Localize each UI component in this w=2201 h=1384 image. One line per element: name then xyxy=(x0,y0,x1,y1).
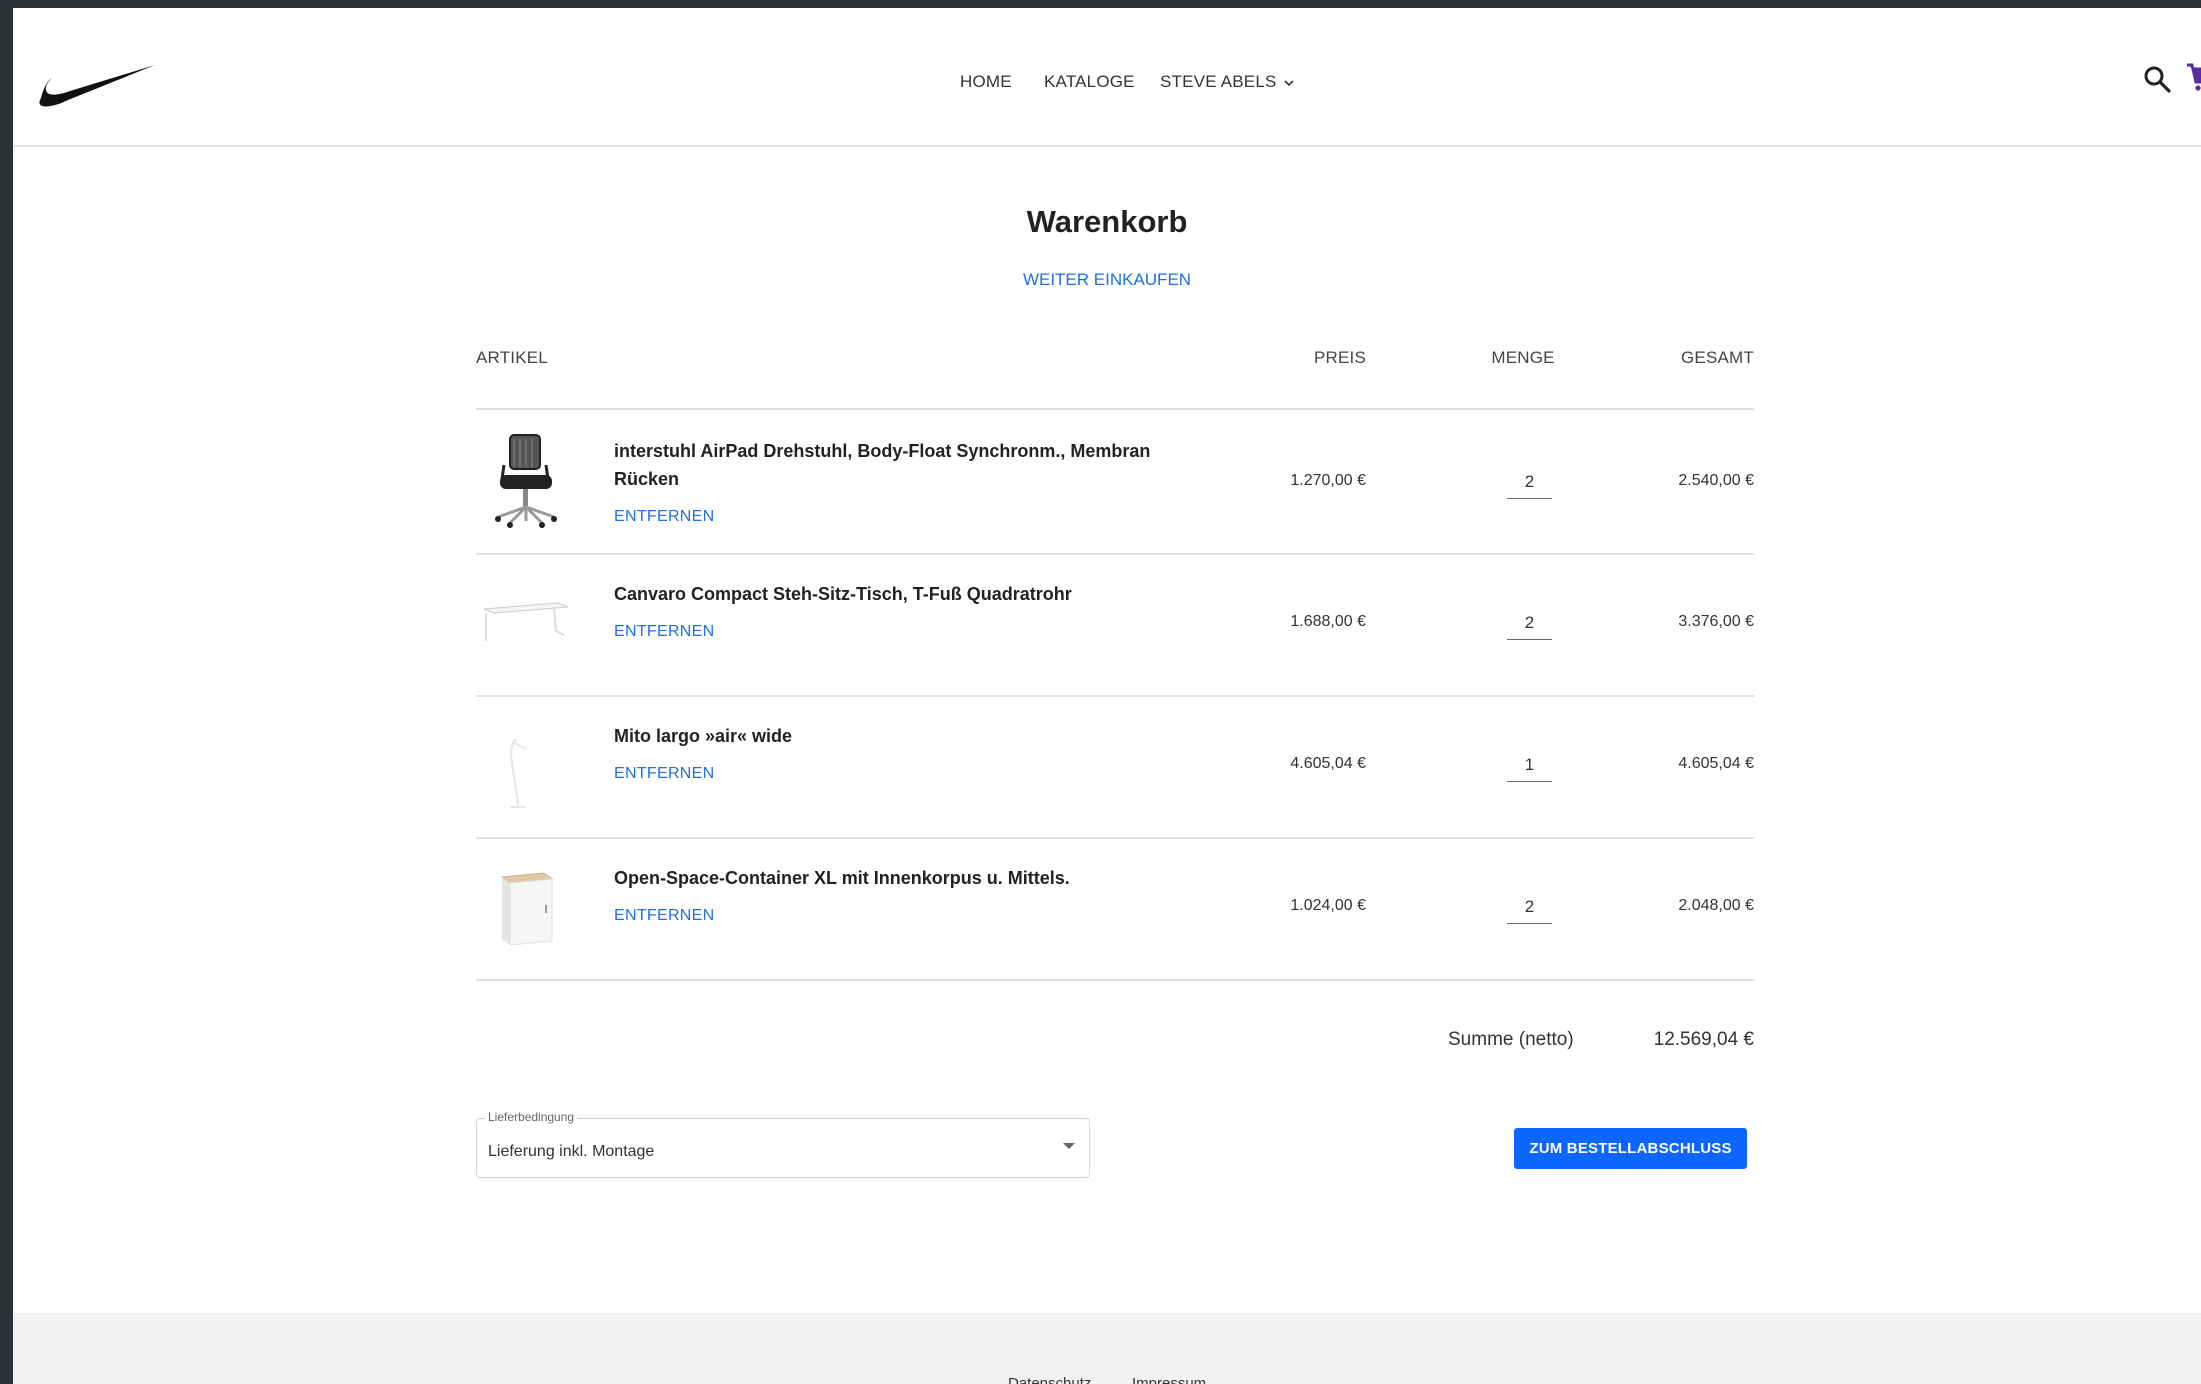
item-total: 2.540,00 € xyxy=(1678,472,1754,489)
cart-row: interstuhl AirPad Drehstuhl, Body-Float … xyxy=(476,410,1754,553)
quantity-input[interactable]: 2 xyxy=(1507,472,1552,499)
item-price: 1.270,00 € xyxy=(1290,472,1366,489)
chevron-down-icon xyxy=(1283,79,1294,86)
remove-link[interactable]: ENTFERNEN xyxy=(614,623,714,641)
quantity-input[interactable]: 1 xyxy=(1507,755,1552,782)
product-name[interactable]: interstuhl AirPad Drehstuhl, Body-Float … xyxy=(614,437,1174,493)
remove-link[interactable]: ENTFERNEN xyxy=(614,508,714,526)
column-header-menge: MENGE xyxy=(1491,348,1555,367)
cart-row: Open-Space-Container XL mit Innenkorpus … xyxy=(476,839,1754,979)
item-price: 1.688,00 € xyxy=(1290,613,1366,630)
checkout-button[interactable]: ZUM BESTELLABSCHLUSS xyxy=(1514,1128,1747,1169)
divider xyxy=(476,979,1754,981)
item-total: 4.605,04 € xyxy=(1678,755,1754,772)
footer-link-datenschutz[interactable]: Datenschutz xyxy=(1008,1375,1091,1384)
column-header-preis: PREIS xyxy=(1313,348,1366,367)
product-image-container-cabinet[interactable] xyxy=(476,859,576,959)
footer-link-impressum[interactable]: Impressum xyxy=(1132,1375,1206,1384)
cart-row: Canvaro Compact Steh-Sitz-Tisch, T-Fuß Q… xyxy=(476,555,1754,695)
quantity-input[interactable]: 2 xyxy=(1507,613,1552,640)
product-image-office-chair[interactable] xyxy=(476,431,576,531)
item-price: 4.605,04 € xyxy=(1290,755,1366,772)
delivery-select[interactable]: Lieferbedingung Lieferung inkl. Montage xyxy=(476,1110,1090,1178)
item-total: 3.376,00 € xyxy=(1678,613,1754,630)
delivery-select-value: Lieferung inkl. Montage xyxy=(488,1143,655,1160)
item-total: 2.048,00 € xyxy=(1678,897,1754,914)
continue-shopping-wrap: WEITER EINKAUFEN xyxy=(13,270,2201,290)
page-title: Warenkorb xyxy=(1026,204,1188,239)
nav-home[interactable]: HOME xyxy=(960,64,1012,100)
cart-icon[interactable] xyxy=(2185,60,2201,94)
continue-shopping-link[interactable]: WEITER EINKAUFEN xyxy=(1023,270,1191,289)
cart-row: Mito largo »air« wide ENTFERNEN 4.605,04… xyxy=(476,697,1754,837)
column-header-artikel: ARTIKEL xyxy=(476,348,548,367)
page: HOME KATALOGE STEVE ABELS Warenkorb WEIT… xyxy=(13,8,2201,1384)
nav-user-label: STEVE ABELS xyxy=(1160,72,1277,91)
sum-value: 12.569,04 € xyxy=(1653,1029,1754,1050)
sum-label: Summe (netto) xyxy=(1448,1029,1574,1050)
main-nav: HOME KATALOGE STEVE ABELS xyxy=(13,64,2201,100)
quantity-input[interactable]: 2 xyxy=(1507,897,1552,924)
product-name[interactable]: Open-Space-Container XL mit Innenkorpus … xyxy=(614,864,1174,892)
product-image-standing-desk[interactable] xyxy=(476,575,576,675)
item-price: 1.024,00 € xyxy=(1290,897,1366,914)
search-icon[interactable] xyxy=(2141,63,2175,97)
dropdown-arrow-icon xyxy=(1063,1143,1075,1149)
delivery-select-label: Lieferbedingung xyxy=(485,1110,578,1124)
product-name[interactable]: Canvaro Compact Steh-Sitz-Tisch, T-Fuß Q… xyxy=(614,580,1174,608)
nav-kataloge[interactable]: KATALOGE xyxy=(1044,64,1135,100)
column-header-gesamt: GESAMT xyxy=(1681,348,1754,367)
nav-user-menu[interactable]: STEVE ABELS xyxy=(1160,64,1297,100)
product-image-floor-lamp[interactable] xyxy=(476,719,576,819)
product-name[interactable]: Mito largo »air« wide xyxy=(614,722,1174,750)
remove-link[interactable]: ENTFERNEN xyxy=(614,907,714,925)
site-header: HOME KATALOGE STEVE ABELS xyxy=(13,8,2201,147)
site-footer: Datenschutz Impressum xyxy=(13,1313,2201,1384)
remove-link[interactable]: ENTFERNEN xyxy=(614,765,714,783)
